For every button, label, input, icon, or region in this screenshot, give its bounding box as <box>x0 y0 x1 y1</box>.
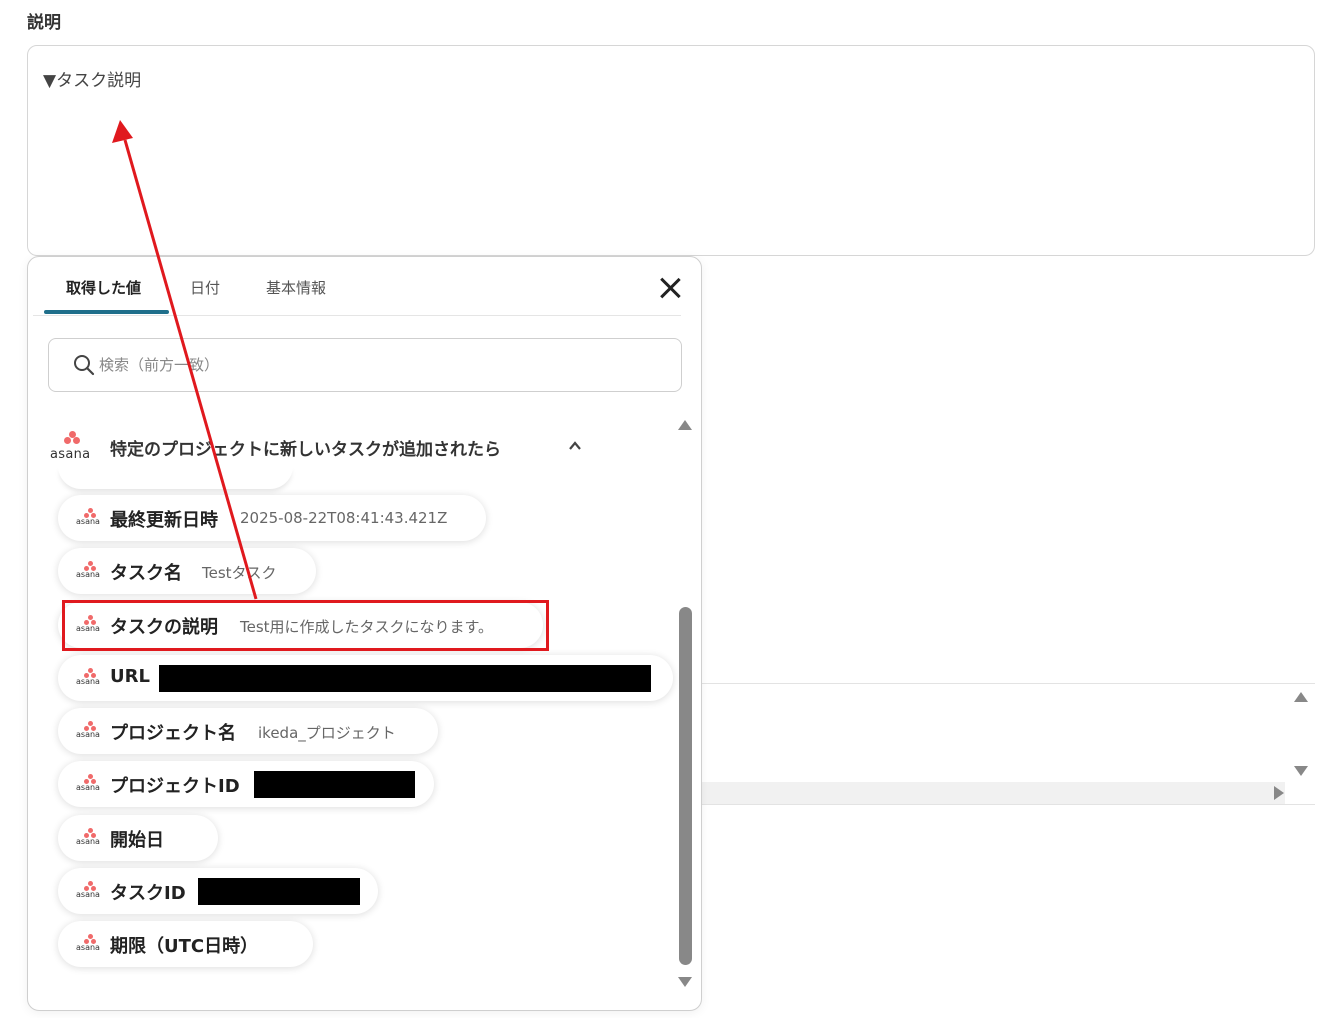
item-value: 2025-08-22T08:41:43.421Z <box>240 509 448 527</box>
item-value: Testタスク <box>202 564 277 582</box>
list-item-url[interactable]: asana URL <box>58 655 673 701</box>
list-item-project-name[interactable]: asana プロジェクト名 ikeda_プロジェクト <box>58 708 438 754</box>
item-value: ikeda_プロジェクト <box>258 724 396 742</box>
item-label: 期限（UTC日時） <box>110 936 259 957</box>
list-item-task-id[interactable]: asana タスクID <box>58 868 378 914</box>
asana-logo-icon: asana <box>76 668 104 688</box>
tab-date[interactable]: 日付 <box>190 277 220 298</box>
item-label: タスクID <box>110 883 186 904</box>
asana-logo-icon: asana <box>76 721 104 741</box>
item-label: プロジェクトID <box>110 776 240 797</box>
background-field <box>690 683 1315 805</box>
description-field-label: 説明 <box>27 13 61 33</box>
list-item-task-description[interactable]: asana タスクの説明 Test用に作成したタスクになります。 <box>58 602 543 648</box>
item-label: タスク名 <box>110 563 182 584</box>
asana-logo-icon: asana <box>76 934 104 954</box>
list-item-start-date[interactable]: asana 開始日 <box>58 815 218 861</box>
scroll-down-icon[interactable] <box>678 977 692 987</box>
item-label: URL <box>110 666 150 687</box>
item-label: 開始日 <box>110 830 164 851</box>
asana-logo-icon: asana <box>76 828 104 848</box>
active-tab-indicator <box>44 310 169 314</box>
list-item-project-id[interactable]: asana プロジェクトID <box>58 761 434 807</box>
list-item-last-updated[interactable]: asana 最終更新日時 2025-08-22T08:41:43.421Z <box>58 495 486 541</box>
list-item-task-name[interactable]: asana タスク名 Testタスク <box>58 548 316 594</box>
item-value: Test用に作成したタスクになります。 <box>240 618 494 636</box>
list-item-partial <box>58 465 293 489</box>
background-scroll-right-icon[interactable] <box>1274 786 1284 800</box>
asana-logo-icon: asana <box>76 508 104 528</box>
chevron-up-icon[interactable] <box>568 439 582 453</box>
description-textarea[interactable]: ▼タスク説明 <box>27 45 1315 256</box>
item-label: タスクの説明 <box>110 617 218 638</box>
tab-bar: 取得した値 日付 基本情報 <box>28 257 701 317</box>
list-item-due-date[interactable]: asana 期限（UTC日時） <box>58 921 313 967</box>
asana-logo-icon: asana <box>76 561 104 581</box>
background-hscrollbar[interactable] <box>700 782 1285 804</box>
group-title: 特定のプロジェクトに新しいタスクが追加されたら <box>110 440 501 460</box>
variable-picker-panel: 取得した値 日付 基本情報 asana 特定のプロジェクトに新しいタスクが追加さ… <box>27 256 702 1011</box>
asana-logo-icon: asana <box>76 881 104 901</box>
redacted-value <box>254 771 415 798</box>
asana-logo-icon: asana <box>76 615 104 635</box>
asana-logo-icon: asana <box>50 431 94 463</box>
tab-divider <box>33 315 681 316</box>
search-input[interactable] <box>99 353 659 377</box>
search-icon <box>74 355 95 376</box>
tab-basic-info[interactable]: 基本情報 <box>266 277 326 298</box>
asana-logo-icon: asana <box>76 774 104 794</box>
background-scroll-up-icon[interactable] <box>1294 692 1308 702</box>
item-label: プロジェクト名 <box>110 723 236 744</box>
redacted-value <box>198 878 360 905</box>
item-label: 最終更新日時 <box>110 510 218 531</box>
description-value: ▼タスク説明 <box>43 71 142 91</box>
redacted-value <box>159 665 651 692</box>
scroll-up-icon[interactable] <box>678 420 692 430</box>
close-icon[interactable] <box>657 275 683 301</box>
tab-fetched-values[interactable]: 取得した値 <box>66 277 141 298</box>
group-header[interactable]: asana 特定のプロジェクトに新しいタスクが追加されたら <box>48 427 648 467</box>
scrollbar-thumb[interactable] <box>679 607 692 965</box>
search-field[interactable] <box>48 338 682 392</box>
background-scroll-down-icon[interactable] <box>1294 766 1308 776</box>
